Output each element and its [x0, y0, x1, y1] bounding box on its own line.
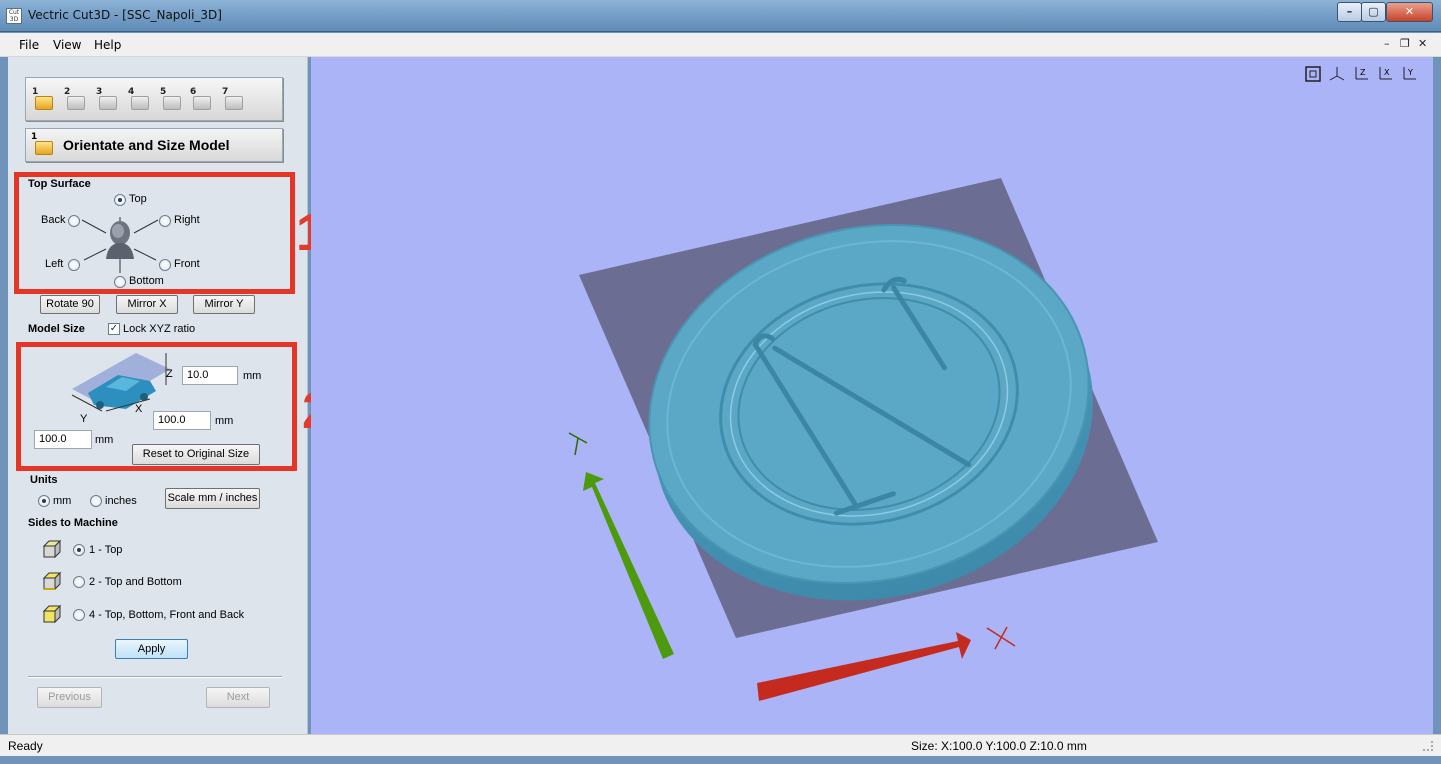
lock-xyz-checkbox[interactable]: ✓ — [108, 323, 120, 335]
x-unit-label: mm — [215, 415, 234, 427]
mdi-close-button[interactable]: ✕ — [1418, 37, 1427, 50]
menu-bar: File View Help – ❐ ✕ — [0, 33, 1441, 57]
menu-help[interactable]: Help — [94, 38, 121, 52]
step-2-button[interactable]: 2 — [64, 87, 88, 113]
window-bottom-border — [0, 756, 1441, 764]
app-icon[interactable]: Cut 3D — [6, 8, 22, 24]
page-icon — [67, 96, 85, 110]
sides-label: Sides to Machine — [28, 517, 118, 529]
step-title: Orientate and Size Model — [63, 137, 230, 153]
close-button[interactable]: ✕ — [1386, 2, 1433, 22]
3d-viewport[interactable]: Z X Y — [311, 57, 1433, 734]
coin-model — [648, 223, 1093, 601]
next-button[interactable]: Next — [206, 687, 270, 708]
page-icon — [163, 96, 181, 110]
reset-size-button[interactable]: Reset to Original Size — [132, 444, 260, 465]
units-label: Units — [30, 474, 58, 486]
mdi-minimize-button[interactable]: – — [1384, 37, 1390, 50]
mirror-x-button[interactable]: Mirror X — [116, 295, 178, 314]
z-size-input[interactable]: 10.0 — [182, 366, 238, 385]
window-title: Vectric Cut3D - [SSC_Napoli_3D] — [28, 8, 222, 22]
y-axis-label: Y — [80, 413, 88, 425]
model-scene — [568, 178, 1158, 701]
step-header: 1 Orientate and Size Model — [25, 128, 283, 162]
mirror-y-button[interactable]: Mirror Y — [193, 295, 255, 314]
x-axis-label: X — [135, 403, 143, 415]
sides-option-4-radio[interactable] — [73, 609, 85, 621]
page-icon — [99, 96, 117, 110]
sides-option-1-radio[interactable] — [73, 544, 85, 556]
folder-icon — [35, 141, 53, 155]
cube-top-icon — [42, 539, 62, 559]
page-icon — [193, 96, 211, 110]
step-1-button[interactable]: 1 — [32, 87, 56, 113]
apply-button[interactable]: Apply — [115, 639, 188, 659]
step-3-button[interactable]: 3 — [96, 87, 120, 113]
lock-xyz-label: Lock XYZ ratio — [123, 323, 196, 335]
maximize-button[interactable]: ▢ — [1361, 2, 1386, 22]
z-axis-label: Z — [166, 368, 173, 380]
sides-option-2-radio[interactable] — [73, 576, 85, 588]
units-inches-radio[interactable] — [90, 495, 102, 507]
sides-option-1-label: 1 - Top — [89, 544, 123, 556]
x-size-input[interactable]: 100.0 — [153, 411, 211, 430]
rotate-90-button[interactable]: Rotate 90 — [40, 295, 100, 314]
z-unit-label: mm — [243, 370, 262, 382]
units-mm-radio[interactable] — [38, 495, 50, 507]
mdi-restore-button[interactable]: ❐ — [1400, 37, 1410, 50]
units-mm-label: mm — [53, 495, 72, 507]
sides-option-2-label: 2 - Top and Bottom — [89, 576, 182, 588]
annotation-box-1 — [14, 172, 295, 294]
title-bar: Cut 3D Vectric Cut3D - [SSC_Napoli_3D] –… — [0, 0, 1441, 32]
wizard-toolbar: 1 2 3 4 5 6 7 — [25, 77, 283, 121]
cube-four-sides-icon — [42, 604, 62, 624]
status-bar: Ready Size: X:100.0 Y:100.0 Z:10.0 mm — [0, 734, 1441, 756]
units-inches-label: inches — [105, 495, 137, 507]
folder-icon — [35, 96, 53, 110]
save-icon — [225, 96, 243, 110]
resize-grip-icon[interactable] — [1423, 741, 1433, 751]
minimize-button[interactable]: – — [1337, 2, 1362, 22]
page-icon — [131, 96, 149, 110]
previous-button[interactable]: Previous — [37, 687, 102, 708]
step-7-button[interactable]: 7 — [222, 87, 246, 113]
step-5-button[interactable]: 5 — [160, 87, 184, 113]
model-size-status: Size: X:100.0 Y:100.0 Z:10.0 mm — [911, 739, 1087, 753]
wizard-panel: 1 2 3 4 5 6 7 1 Orientate and Size Model… — [8, 57, 331, 734]
scale-units-button[interactable]: Scale mm / inches — [165, 488, 260, 509]
menu-file[interactable]: File — [19, 38, 39, 52]
cube-top-bottom-icon — [42, 571, 62, 591]
model-size-label: Model Size — [28, 323, 85, 335]
status-text: Ready — [8, 739, 43, 753]
step-4-button[interactable]: 4 — [128, 87, 152, 113]
y-size-input[interactable]: 100.0 — [34, 430, 92, 449]
panel-divider — [28, 676, 282, 678]
step-6-button[interactable]: 6 — [190, 87, 214, 113]
x-axis-arrow — [757, 626, 1016, 701]
y-unit-label: mm — [95, 434, 114, 446]
sides-option-4-label: 4 - Top, Bottom, Front and Back — [89, 609, 245, 621]
menu-view[interactable]: View — [53, 38, 81, 52]
